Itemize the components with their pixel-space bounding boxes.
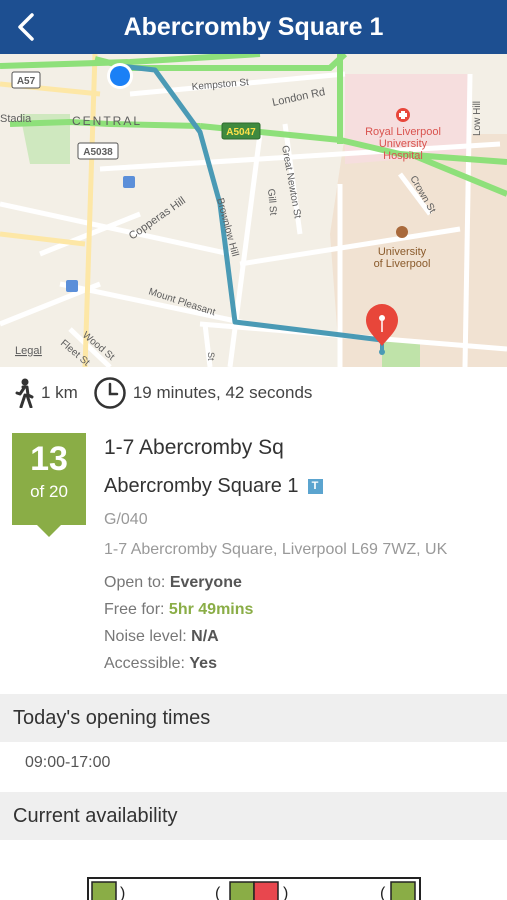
- rank-number: 13: [30, 440, 68, 478]
- noise-level-label: Noise level:: [104, 628, 187, 645]
- bus-stop-icon: [66, 280, 78, 292]
- bus-stop-icon: [123, 176, 135, 188]
- accessible-row: Accessible: Yes: [104, 650, 499, 677]
- current-location-marker: [110, 66, 130, 86]
- noise-level-row: Noise level: N/A: [104, 623, 499, 650]
- room-code: G/040: [104, 511, 148, 528]
- accessible-value: Yes: [189, 655, 217, 672]
- open-to-value: Everyone: [169, 574, 242, 591]
- free-for-row: Free for: 5hr 49mins: [104, 596, 499, 623]
- back-button[interactable]: [6, 6, 46, 48]
- distance-text: 1 km: [41, 383, 78, 402]
- rank-total: of 20: [30, 482, 68, 501]
- space-details: 13 of 20 1-7 Abercromby Sq Abercromby Sq…: [0, 419, 507, 694]
- svg-text:): ): [283, 885, 288, 900]
- rank-badge: 13 of 20: [12, 433, 86, 541]
- opening-times-header: Today's opening times: [0, 694, 507, 742]
- noise-level-value: N/A: [191, 628, 219, 645]
- walking-person-icon: [15, 378, 34, 408]
- map-label-university-2: of Liverpool: [374, 258, 431, 270]
- map-label-a5038: A5038: [83, 147, 113, 158]
- map-label-university-1: University: [378, 246, 427, 258]
- walking-distance: 1 km: [12, 378, 78, 408]
- map-label-hospital-3: Hospital: [383, 150, 423, 162]
- map-label-st: St: [206, 352, 216, 361]
- map-label-central: CENTRAL: [72, 114, 142, 128]
- address: 1-7 Abercromby Square, Liverpool L69 7WZ…: [104, 541, 448, 558]
- free-for-value: 5hr 49mins: [168, 601, 254, 618]
- duration-text: 19 minutes, 42 seconds: [132, 383, 313, 402]
- availability-slot-free: [229, 881, 255, 900]
- chevron-left-icon: [18, 13, 34, 41]
- room-type-badge: T: [307, 478, 323, 494]
- map-label-hospital-2: University: [379, 138, 428, 150]
- map-label-a5047: A5047: [226, 127, 256, 138]
- availability-chart: ) ( ) (: [0, 876, 507, 900]
- opening-hours: 09:00-17:00: [25, 754, 111, 771]
- page-title: Abercromby Square 1: [123, 13, 384, 41]
- accessible-label: Accessible:: [104, 655, 185, 672]
- map-label-low-hill: Low Hill: [472, 101, 483, 136]
- svg-text:): ): [120, 885, 125, 900]
- navigation-bar: Abercromby Square 1: [0, 0, 507, 54]
- clock-icon: [94, 377, 126, 409]
- trip-summary: 1 km 19 minutes, 42 seconds: [0, 367, 507, 419]
- map-label-stadia: Stadia: [0, 113, 32, 125]
- room-name: Abercromby Square 1: [104, 474, 299, 497]
- availability-slot-free: [91, 881, 117, 900]
- availability-header: Current availability: [0, 792, 507, 840]
- map-label-gill-st: Gill St: [265, 188, 278, 216]
- building-name: 1-7 Abercromby Sq: [104, 436, 284, 459]
- open-to-row: Open to: Everyone: [104, 569, 499, 596]
- map-label-hospital-1: Royal Liverpool: [365, 126, 441, 138]
- map-label-a57: A57: [17, 76, 36, 87]
- svg-text:(: (: [215, 885, 221, 900]
- map-legal-link[interactable]: Legal: [15, 345, 42, 357]
- free-for-label: Free for:: [104, 601, 165, 618]
- availability-slot-busy: [253, 881, 279, 900]
- walking-duration: 19 minutes, 42 seconds: [93, 376, 313, 410]
- svg-text:(: (: [380, 885, 386, 900]
- availability-slot-free: [390, 881, 416, 900]
- route-map[interactable]: A57 A5038 A5047 Stadia CENTRAL Kempston …: [0, 54, 507, 367]
- open-to-label: Open to:: [104, 574, 166, 591]
